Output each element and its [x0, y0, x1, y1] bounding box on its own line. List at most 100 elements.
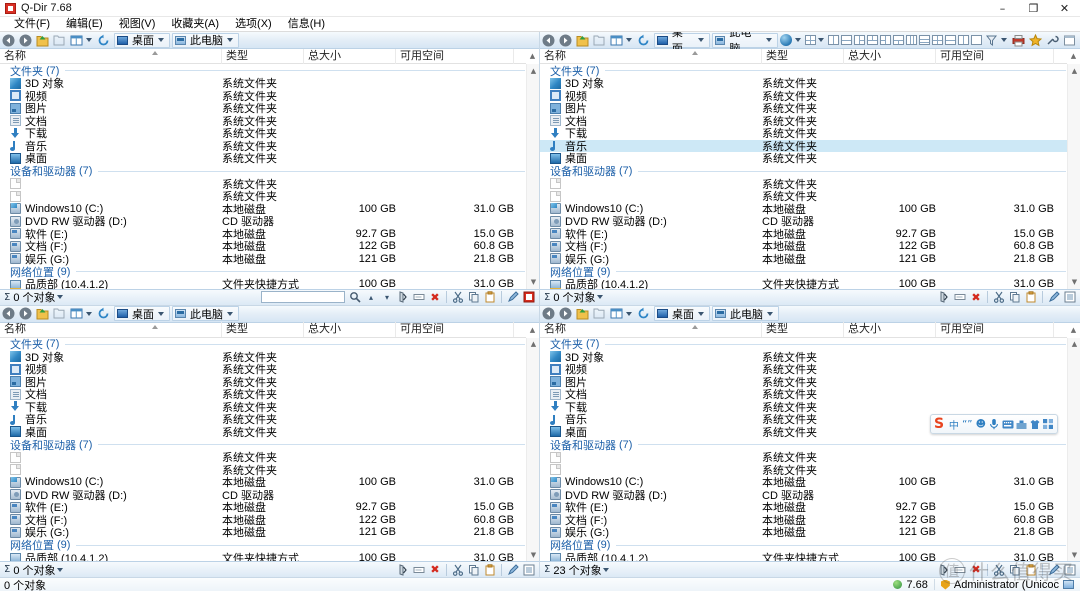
refresh-icon[interactable]: [636, 33, 651, 48]
properties-icon[interactable]: [1063, 290, 1077, 304]
refresh-icon[interactable]: [96, 33, 111, 48]
up-icon[interactable]: [575, 306, 590, 321]
up-icon[interactable]: [575, 33, 590, 48]
pane-3-crumb-computer[interactable]: 此电脑: [172, 306, 239, 321]
col-total-size[interactable]: 总大小: [304, 48, 396, 64]
edit-icon[interactable]: [506, 290, 520, 304]
pane-1-count-caret-icon[interactable]: [56, 295, 63, 299]
ime-apps-icon[interactable]: [1042, 417, 1054, 431]
layout-11-icon[interactable]: [958, 35, 969, 45]
maximize-button[interactable]: ❐: [1018, 0, 1049, 17]
col-type[interactable]: 类型: [762, 322, 844, 337]
new-folder-icon[interactable]: [592, 33, 607, 48]
scroll-down-icon[interactable]: ▼: [527, 548, 539, 561]
minimize-button[interactable]: –: [987, 0, 1018, 17]
file-row[interactable]: 桌面 系统文件夹: [540, 152, 1080, 165]
pane-2-crumb-computer-caret-icon[interactable]: [765, 38, 772, 42]
copy-icon[interactable]: [1008, 290, 1022, 304]
cut-icon[interactable]: [451, 290, 465, 304]
paste-icon[interactable]: [1024, 563, 1038, 577]
col-name[interactable]: 名称: [540, 48, 762, 64]
back-icon[interactable]: [541, 33, 556, 48]
properties-icon[interactable]: [522, 290, 536, 304]
edit-icon[interactable]: [1047, 563, 1061, 577]
menu-edit[interactable]: 编辑(E): [58, 17, 111, 32]
forward-icon[interactable]: [558, 306, 573, 321]
rename-icon[interactable]: [412, 290, 426, 304]
pane-2-crumb-computer[interactable]: 此电脑: [711, 32, 778, 55]
tools-icon[interactable]: [1045, 33, 1060, 48]
paste-icon[interactable]: [1024, 290, 1038, 304]
pane-4-file-list[interactable]: 文件夹 (7) 3D 对象 系统文件夹 视频 系统文件夹 图片 系统文件夹 文档 系统文件夹 下载系…: [540, 337, 1080, 561]
col-free-space[interactable]: 可用空间: [396, 322, 514, 337]
rename-icon[interactable]: [412, 563, 426, 577]
forward-icon[interactable]: [558, 33, 573, 48]
ime-mic-icon[interactable]: [988, 417, 1000, 431]
view-mode-caret-icon[interactable]: [86, 38, 92, 42]
file-row[interactable]: 娱乐 (G:) 本地磁盘 121 GB 21.8 GB: [0, 253, 539, 266]
zip-icon[interactable]: [396, 290, 410, 304]
pane-4-count-caret-icon[interactable]: [602, 567, 609, 572]
print-icon[interactable]: [1011, 33, 1026, 48]
pane-1-search-input[interactable]: [261, 291, 345, 303]
cut-icon[interactable]: [992, 290, 1006, 304]
rename-icon[interactable]: [953, 563, 967, 577]
pane-1-crumb-computer[interactable]: 此电脑: [172, 32, 239, 48]
layout-8-icon[interactable]: [919, 35, 930, 45]
ime-toolbox-icon[interactable]: [1015, 417, 1027, 431]
delete-icon[interactable]: ✖: [969, 563, 983, 577]
scroll-down-icon[interactable]: ▼: [1068, 276, 1080, 289]
search-icon[interactable]: [348, 290, 362, 304]
col-total-size[interactable]: 总大小: [304, 322, 396, 337]
rename-icon[interactable]: [953, 290, 967, 304]
ime-mode-chinese[interactable]: 中: [948, 417, 960, 432]
globe-icon[interactable]: [780, 34, 792, 46]
scroll-up-icon[interactable]: ▲: [1068, 64, 1080, 77]
new-folder-icon[interactable]: [52, 306, 67, 321]
back-icon[interactable]: [541, 306, 556, 321]
menu-view[interactable]: 视图(V): [111, 17, 164, 32]
pane-4-crumb-computer[interactable]: 此电脑: [712, 306, 779, 321]
zip-icon[interactable]: [396, 563, 410, 577]
view-mode-icon[interactable]: [69, 306, 84, 321]
pane-3-crumb-computer-caret-icon[interactable]: [227, 311, 233, 316]
back-icon[interactable]: [1, 33, 16, 48]
view-mode-icon[interactable]: [609, 33, 624, 48]
pane-4-crumb-desktop-caret-icon[interactable]: [698, 311, 704, 316]
col-type[interactable]: 类型: [222, 322, 304, 337]
layout-10-icon[interactable]: [945, 35, 956, 45]
file-row[interactable]: 桌面 系统文件夹: [0, 426, 539, 439]
pane-4-scrollbar[interactable]: ▲ ▼: [1067, 337, 1080, 561]
layout-5-icon[interactable]: [880, 35, 891, 45]
scroll-up-icon[interactable]: ▲: [527, 338, 539, 351]
globe-caret-icon[interactable]: [795, 38, 801, 42]
col-name[interactable]: 名称: [0, 48, 222, 64]
layout-2-icon[interactable]: [841, 35, 852, 45]
sogou-logo-icon[interactable]: S: [934, 417, 944, 431]
refresh-icon[interactable]: [636, 306, 651, 321]
pane-2-count-caret-icon[interactable]: [596, 295, 603, 299]
layout-preset-icon[interactable]: [805, 35, 816, 45]
pane-2-crumb-desktop[interactable]: 桌面: [654, 32, 710, 55]
up-icon[interactable]: [35, 306, 50, 321]
forward-icon[interactable]: [18, 306, 33, 321]
copy-icon[interactable]: [1008, 563, 1022, 577]
copy-icon[interactable]: [467, 290, 481, 304]
scroll-down-icon[interactable]: ▼: [1068, 548, 1080, 561]
file-row[interactable]: 品质部 (10.4.1.2) 文件夹快捷方式 100 GB 31.0 GB: [540, 552, 1080, 561]
layout-9-icon[interactable]: [932, 35, 943, 45]
paste-icon[interactable]: [483, 563, 497, 577]
close-button[interactable]: ✕: [1049, 0, 1080, 17]
view-mode-caret-icon[interactable]: [86, 311, 92, 316]
forward-icon[interactable]: [18, 33, 33, 48]
col-total-size[interactable]: 总大小: [844, 48, 936, 64]
view-mode-caret-icon[interactable]: [626, 38, 632, 42]
view-mode-icon[interactable]: [69, 33, 84, 48]
back-icon[interactable]: [1, 306, 16, 321]
cut-icon[interactable]: [451, 563, 465, 577]
pane-3-crumb-desktop-caret-icon[interactable]: [158, 311, 164, 316]
pane-4-crumb-desktop[interactable]: 桌面: [654, 306, 710, 321]
properties-icon[interactable]: [1063, 563, 1077, 577]
pane-1-crumb-computer-caret-icon[interactable]: [227, 38, 233, 42]
favorites-icon[interactable]: [1028, 33, 1043, 48]
